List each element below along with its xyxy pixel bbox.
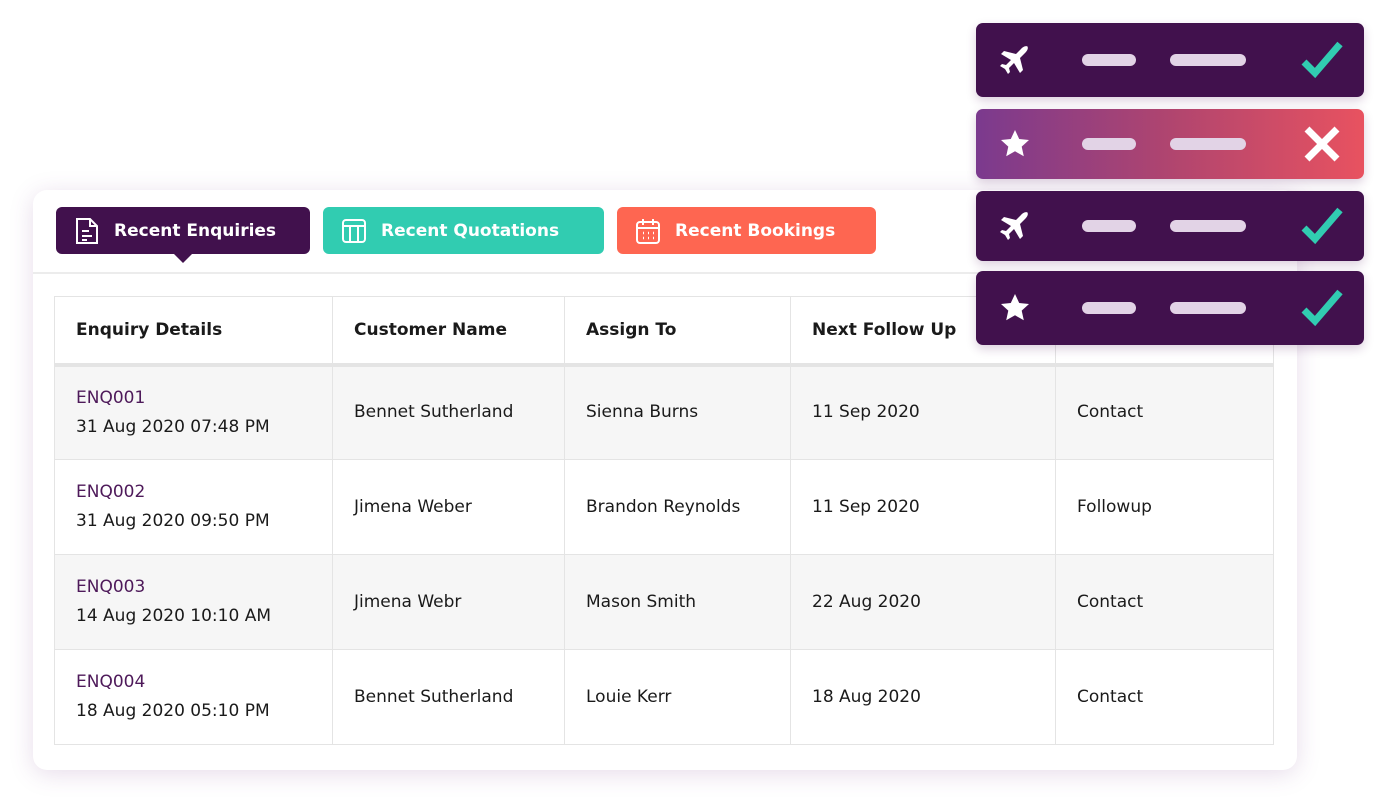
tab-label: Recent Bookings [675, 220, 836, 241]
plane-icon [1000, 46, 1028, 74]
next-follow-up: 11 Sep 2020 [790, 364, 1056, 460]
next-follow-up: 11 Sep 2020 [790, 459, 1056, 555]
enquiry-date: 14 Aug 2020 10:10 AM [76, 606, 271, 626]
status: Contact [1055, 554, 1274, 650]
enquiry-id[interactable]: ENQ004 [76, 668, 332, 697]
placeholder-bar [1082, 220, 1136, 232]
enquiry-date: 31 Aug 2020 09:50 PM [76, 511, 270, 531]
enquiry-date: 18 Aug 2020 05:10 PM [76, 701, 270, 721]
status: Followup [1055, 459, 1274, 555]
enquiry-id[interactable]: ENQ003 [76, 573, 332, 602]
placeholder-bar [1082, 302, 1136, 314]
placeholder-bar [1170, 302, 1246, 314]
assign-to: Sienna Burns [564, 364, 791, 460]
enquiry-id[interactable]: ENQ001 [76, 384, 332, 413]
customer-name: Jimena Webr [332, 554, 565, 650]
table-row[interactable]: ENQ004 18 Aug 2020 05:10 PM Bennet Suther… [54, 649, 1274, 745]
placeholder-bar [1170, 138, 1246, 150]
enquiry-details: ENQ001 31 Aug 2020 07:48 PM [54, 364, 333, 460]
next-follow-up: 22 Aug 2020 [790, 554, 1056, 650]
tab-recent-enquiries[interactable]: Recent Enquiries [56, 207, 310, 263]
close-icon [1304, 126, 1340, 162]
star-icon [1001, 130, 1029, 157]
status: Contact [1055, 649, 1274, 745]
header-enquiry-details: Enquiry Details [54, 296, 333, 367]
placeholder-bar [1170, 54, 1246, 66]
next-follow-up: 18 Aug 2020 [790, 649, 1056, 745]
customer-name: Bennet Sutherland [332, 364, 565, 460]
check-icon [1301, 207, 1343, 245]
status-card [976, 109, 1364, 179]
table-row[interactable]: ENQ001 31 Aug 2020 07:48 PM Bennet Suther… [54, 364, 1274, 460]
placeholder-bar [1082, 54, 1136, 66]
status: Contact [1055, 364, 1274, 460]
tab-label: Recent Quotations [381, 220, 560, 241]
table-icon [342, 218, 366, 243]
table-row[interactable]: ENQ002 31 Aug 2020 09:50 PM Jimena Weber … [54, 459, 1274, 555]
status-card [976, 191, 1364, 261]
assign-to: Mason Smith [564, 554, 791, 650]
placeholder-bar [1082, 138, 1136, 150]
document-icon [76, 217, 98, 244]
tab-recent-quotations[interactable]: Recent Quotations [323, 207, 604, 254]
header-customer-name: Customer Name [332, 296, 565, 367]
enquiry-date: 31 Aug 2020 07:48 PM [76, 416, 270, 437]
tab-recent-bookings[interactable]: Recent Bookings [617, 207, 876, 254]
table-row[interactable]: ENQ003 14 Aug 2020 10:10 AM Jimena Webr M… [54, 554, 1274, 650]
customer-name: Bennet Sutherland [332, 649, 565, 745]
check-icon [1301, 289, 1343, 327]
header-assign-to: Assign To [564, 296, 791, 367]
customer-name: Jimena Weber [332, 459, 565, 555]
calendar-icon [636, 218, 660, 244]
placeholder-bar [1170, 220, 1246, 232]
star-icon [1001, 294, 1029, 321]
assign-to: Louie Kerr [564, 649, 791, 745]
enquiry-details: ENQ002 31 Aug 2020 09:50 PM [54, 459, 333, 555]
enquiry-details: ENQ004 18 Aug 2020 05:10 PM [54, 649, 333, 745]
status-card [976, 23, 1364, 97]
enquiries-table: Enquiry Details Customer Name Assign To … [54, 296, 1274, 745]
plane-icon [1000, 212, 1028, 240]
enquiry-details: ENQ003 14 Aug 2020 10:10 AM [54, 554, 333, 650]
assign-to: Brandon Reynolds [564, 459, 791, 555]
check-icon [1301, 41, 1343, 79]
enquiry-id[interactable]: ENQ002 [76, 478, 332, 507]
tab-label: Recent Enquiries [114, 220, 277, 241]
status-card [976, 271, 1364, 345]
